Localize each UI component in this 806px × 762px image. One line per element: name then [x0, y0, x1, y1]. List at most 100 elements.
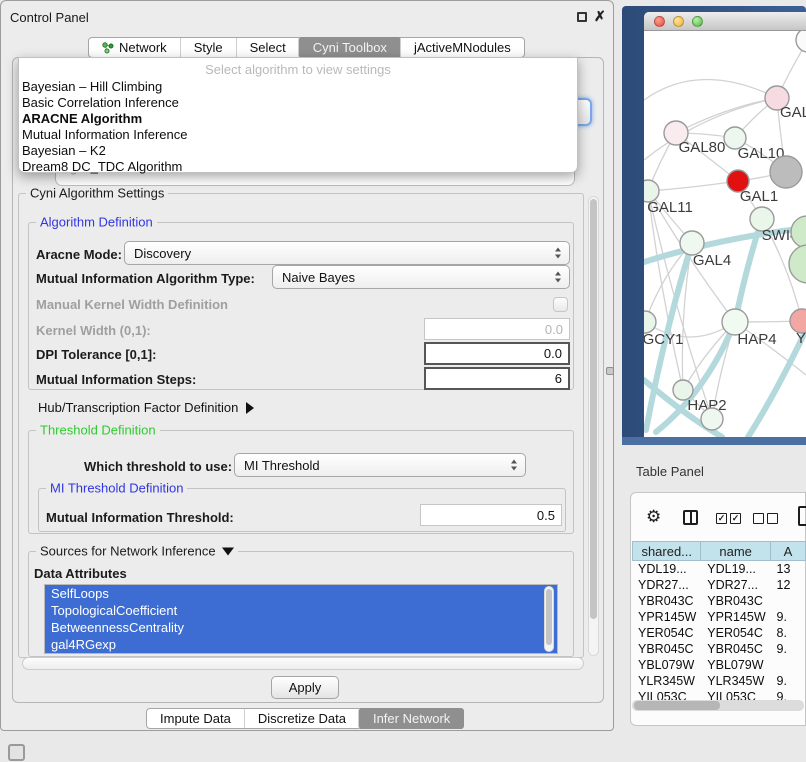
settings-scrollbar-thumb[interactable] [590, 199, 597, 619]
cyni-bottom-tabs: Impute DataDiscretize DataInfer Network [146, 708, 464, 729]
table-cell: YDL19... [701, 561, 770, 577]
mi-type-combo[interactable]: Naive Bayes [272, 265, 570, 289]
tab-jactivemnodules[interactable]: jActiveMNodules [400, 38, 524, 57]
algorithm-option-bayesian-hill-climbing[interactable]: Bayesian – Hill Climbing [19, 79, 577, 95]
network-node[interactable] [701, 408, 723, 430]
split-divider-handle[interactable] [606, 367, 614, 375]
network-node-gcy1[interactable] [644, 311, 656, 333]
sources-toggle[interactable]: Sources for Network Inference [36, 544, 238, 559]
table-row[interactable]: YBR043CYBR043C [632, 593, 806, 609]
settings-hscrollbar[interactable] [22, 657, 584, 670]
table-cell: YBR043C [701, 593, 770, 609]
deselect-all-checkboxes-icon[interactable] [753, 513, 778, 524]
data-attributes-label: Data Attributes [34, 566, 127, 581]
network-graph-canvas[interactable]: GALGAL80GAL10GAL1GAL11SWI4GAL4GCY1HAP4YH… [644, 31, 806, 437]
table-row[interactable]: YLR345WYLR345W9. [632, 673, 806, 689]
table-cell: 9. [771, 689, 806, 700]
which-threshold-label: Which threshold to use: [84, 459, 232, 474]
network-icon [102, 42, 114, 54]
attribute-item-gal4rgexp[interactable]: gal4RGexp [45, 636, 557, 653]
algorithm-option-basic-correlation-inference[interactable]: Basic Correlation Inference [19, 95, 577, 111]
threshold-definition-label: Threshold Definition [36, 423, 160, 438]
network-node[interactable] [796, 31, 806, 52]
table-cell: 13 [771, 561, 806, 577]
settings-gear-icon[interactable]: ⚙ [646, 508, 661, 525]
table-cell: YBR043C [632, 593, 701, 609]
tab-infer-network[interactable]: Infer Network [358, 708, 464, 729]
algorithm-option-bayesian-k2[interactable]: Bayesian – K2 [19, 143, 577, 159]
which-threshold-combo[interactable]: MI Threshold [234, 453, 526, 477]
hub-definition-toggle[interactable]: Hub/Transcription Factor Definition [38, 400, 254, 415]
column-header-shared[interactable]: shared... [632, 541, 701, 561]
table-hscrollbar-thumb[interactable] [634, 701, 720, 710]
table-row[interactable]: YPR145WYPR145W9. [632, 609, 806, 625]
attributes-scrollbar[interactable] [544, 586, 554, 652]
table-row[interactable]: YIL053CYIL053C9. [632, 689, 806, 700]
algorithm-option-mutual-information-inference[interactable]: Mutual Information Inference [19, 127, 577, 143]
table-panel-title: Table Panel [636, 464, 704, 479]
algorithm-option-aracne-algorithm[interactable]: ARACNE Algorithm [19, 111, 577, 127]
hub-definition-label: Hub/Transcription Factor Definition [38, 400, 238, 415]
tab-network[interactable]: Network [89, 38, 180, 57]
select-all-checkboxes-icon[interactable]: ✓✓ [716, 513, 741, 524]
mi-threshold-value: 0.5 [537, 508, 555, 523]
zoom-traffic-light-icon[interactable] [692, 16, 703, 27]
apply-button[interactable]: Apply [271, 676, 339, 699]
algorithm-option-dream8-dc-tdc-algorithm[interactable]: Dream8 DC_TDC Algorithm [19, 159, 577, 175]
column-layout-icon[interactable] [683, 510, 698, 525]
algorithm-dropdown-popup: Select algorithm to view settings Bayesi… [18, 57, 578, 173]
attribute-item-betweennesscentrality[interactable]: BetweennessCentrality [45, 619, 557, 636]
tab-cyni-toolbox[interactable]: Cyni Toolbox [298, 37, 401, 58]
column-header-name[interactable]: name [701, 541, 770, 561]
table-body: YDL19...YDL19...13YDR27...YDR27...12YBR0… [632, 561, 806, 700]
tab-impute-data[interactable]: Impute Data [147, 709, 244, 728]
table-row[interactable]: YDL19...YDL19...13 [632, 561, 806, 577]
table-cell: YBR045C [632, 641, 701, 657]
manual-kernel-checkbox[interactable] [553, 297, 568, 312]
attribute-item-topologicalcoefficient[interactable]: TopologicalCoefficient [45, 602, 557, 619]
tab-style[interactable]: Style [180, 38, 236, 57]
aracne-mode-combo[interactable]: Discovery [124, 241, 570, 265]
panel-grip-icon[interactable] [8, 744, 25, 761]
clipped-document-icon[interactable] [798, 506, 806, 526]
mi-steps-label: Mutual Information Steps: [36, 372, 196, 387]
settings-scrollbar[interactable] [588, 196, 599, 656]
data-attributes-list[interactable]: SelfLoopsTopologicalCoefficientBetweenne… [44, 584, 558, 654]
table-row[interactable]: YER054CYER054C8. [632, 625, 806, 641]
column-header-a[interactable]: A [771, 541, 806, 561]
close-icon[interactable]: ✗ [594, 8, 606, 25]
table-cell: YDR27... [701, 577, 770, 593]
table-hscrollbar[interactable] [632, 700, 804, 711]
table-cell: YPR145W [701, 609, 770, 625]
algorithm-definition-label: Algorithm Definition [36, 215, 157, 230]
float-window-icon[interactable] [577, 12, 587, 22]
table-cell: 9. [771, 673, 806, 689]
mi-type-value: Naive Bayes [282, 270, 355, 285]
kernel-width-field[interactable]: 0.0 [424, 318, 570, 340]
network-node-label: GAL11 [647, 199, 693, 216]
network-view-frame-bottom [622, 437, 806, 445]
table-row[interactable]: YBL079WYBL079W [632, 657, 806, 673]
network-node[interactable] [789, 245, 806, 283]
network-node[interactable] [770, 156, 802, 188]
attribute-item-selfloops[interactable]: SelfLoops [45, 585, 557, 602]
table-cell: YLR345W [632, 673, 701, 689]
attributes-scrollbar-thumb[interactable] [546, 589, 552, 645]
tab-select[interactable]: Select [236, 38, 299, 57]
table-row[interactable]: YBR045CYBR045C9. [632, 641, 806, 657]
table-cell: YBR045C [701, 641, 770, 657]
network-node-label: GAL4 [693, 252, 731, 269]
table-row[interactable]: YDR27...YDR27...12 [632, 577, 806, 593]
tab-discretize-data[interactable]: Discretize Data [244, 709, 359, 728]
dpi-tolerance-field[interactable]: 0.0 [424, 342, 570, 365]
close-traffic-light-icon[interactable] [654, 16, 665, 27]
table-cell: YPR145W [632, 609, 701, 625]
network-window-titlebar[interactable] [644, 12, 806, 31]
table-cell: YIL053C [701, 689, 770, 700]
mi-steps-field[interactable]: 6 [424, 367, 570, 390]
minimize-traffic-light-icon[interactable] [673, 16, 684, 27]
aracne-mode-label: Aracne Mode: [36, 247, 122, 262]
aracne-mode-value: Discovery [134, 246, 191, 261]
sources-label: Sources for Network Inference [40, 544, 216, 559]
mi-threshold-field[interactable]: 0.5 [420, 504, 562, 526]
